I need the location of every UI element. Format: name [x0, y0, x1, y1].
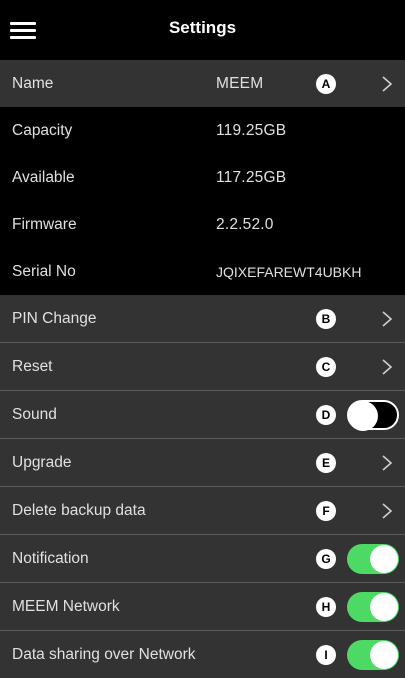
top-bar: Settings	[0, 0, 405, 60]
chevron-right-icon	[382, 75, 393, 92]
reset-label: Reset	[12, 357, 53, 375]
capacity-row: Capacity 119.25GB	[0, 107, 405, 154]
pin-change-row[interactable]: PIN Change B	[0, 295, 405, 342]
sound-row: Sound D	[0, 390, 405, 438]
badge-f: F	[316, 500, 336, 521]
name-label: Name	[12, 74, 54, 92]
badge-e: E	[316, 452, 336, 473]
sound-label: Sound	[12, 405, 57, 423]
serial-label: Serial No	[12, 262, 76, 280]
badge-h: H	[316, 596, 336, 617]
upgrade-row[interactable]: Upgrade E	[0, 438, 405, 486]
name-value: MEEM	[216, 74, 264, 92]
meem-network-toggle[interactable]	[347, 591, 399, 622]
toggle-knob	[370, 592, 398, 621]
available-row: Available 117.25GB	[0, 154, 405, 201]
available-value: 117.25GB	[216, 168, 287, 186]
badge-g: G	[316, 548, 336, 569]
toggle-knob	[348, 400, 378, 431]
badge-c: C	[316, 356, 336, 377]
firmware-label: Firmware	[12, 215, 77, 233]
chevron-right-icon	[382, 310, 393, 327]
chevron-right-icon	[382, 454, 393, 471]
name-row[interactable]: Name MEEM A	[0, 60, 405, 107]
capacity-label: Capacity	[12, 121, 73, 139]
notification-row: Notification G	[0, 534, 405, 582]
settings-screen: Settings Name MEEM A Capacity 119.25GB A…	[0, 0, 405, 678]
notification-label: Notification	[12, 549, 89, 567]
delete-backup-label: Delete backup data	[12, 501, 146, 519]
upgrade-label: Upgrade	[12, 453, 72, 471]
reset-row[interactable]: Reset C	[0, 342, 405, 390]
meem-network-label: MEEM Network	[12, 597, 120, 615]
badge-i: I	[316, 644, 336, 665]
badge-a: A	[316, 73, 336, 94]
toggle-knob	[370, 544, 398, 573]
data-sharing-toggle[interactable]	[347, 639, 399, 670]
meem-network-row: MEEM Network H	[0, 582, 405, 630]
pin-change-label: PIN Change	[12, 309, 97, 327]
badge-b: B	[316, 308, 336, 329]
page-title: Settings	[168, 18, 237, 37]
badge-d: D	[316, 404, 336, 425]
hamburger-icon[interactable]	[10, 22, 36, 40]
firmware-value: 2.2.52.0	[216, 215, 274, 233]
notification-toggle[interactable]	[347, 543, 399, 574]
capacity-value: 119.25GB	[216, 121, 287, 139]
toggle-knob	[370, 640, 398, 669]
sound-toggle[interactable]	[347, 399, 399, 431]
serial-row: Serial No JQIXEFAREWT4UBKH	[0, 248, 405, 295]
data-sharing-label: Data sharing over Network	[12, 645, 196, 663]
serial-value: JQIXEFAREWT4UBKH	[216, 263, 362, 280]
chevron-right-icon	[382, 358, 393, 375]
available-label: Available	[12, 168, 75, 186]
chevron-right-icon	[382, 502, 393, 519]
data-sharing-row: Data sharing over Network I	[0, 630, 405, 678]
firmware-row: Firmware 2.2.52.0	[0, 201, 405, 248]
delete-backup-row[interactable]: Delete backup data F	[0, 486, 405, 534]
